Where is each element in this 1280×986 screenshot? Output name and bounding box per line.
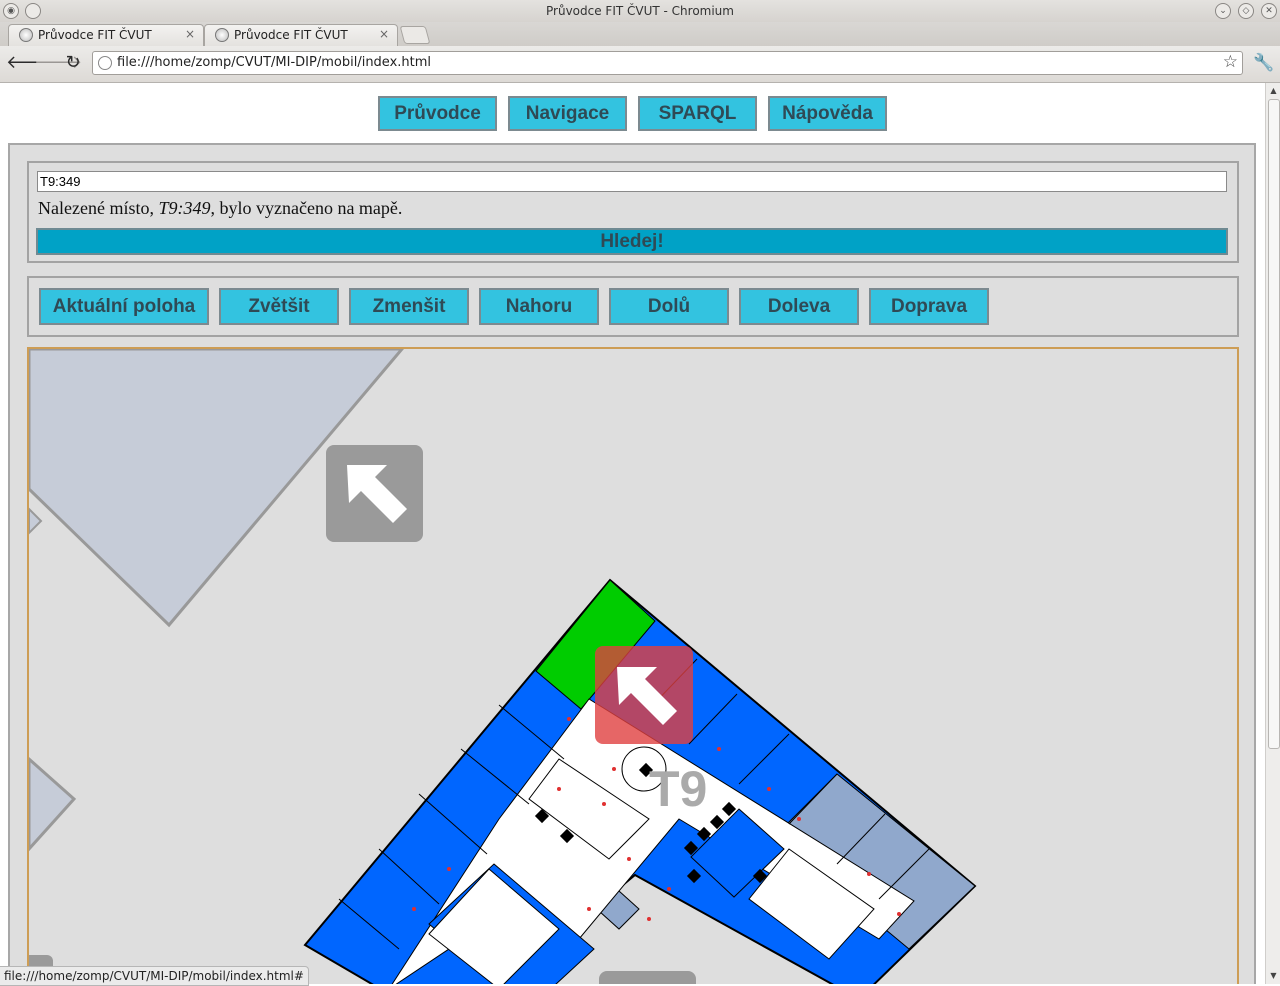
window-title: Průvodce FIT ČVUT - Chromium — [546, 4, 734, 18]
tab-label: Průvodce FIT ČVUT — [38, 28, 152, 42]
search-result: Nalezené místo, T9:349, bylo vyznačeno n… — [38, 198, 402, 219]
tab-close-icon[interactable]: × — [379, 27, 389, 41]
map-view[interactable]: T9 — [27, 347, 1239, 984]
tab-2[interactable]: Průvodce FIT ČVUT × — [204, 24, 398, 46]
pan-right-button[interactable]: Doprava — [869, 288, 989, 325]
zoom-in-button[interactable]: Zvětšit — [219, 288, 339, 325]
search-panel: Nalezené místo, T9:349, bylo vyznačeno n… — [27, 161, 1239, 263]
help-button[interactable]: Nápověda — [768, 96, 887, 131]
page-content: Průvodce Navigace SPARQL Nápověda Naleze… — [0, 83, 1265, 984]
main-panel: Nalezené místo, T9:349, bylo vyznačeno n… — [8, 143, 1256, 984]
pan-up-button[interactable]: Nahoru — [479, 288, 599, 325]
globe-icon — [215, 28, 229, 42]
neighbor-building — [29, 756, 77, 852]
wrench-menu-icon[interactable]: 🔧 — [1253, 53, 1274, 73]
tab-close-icon[interactable]: × — [185, 27, 195, 41]
pan-left-button[interactable]: Doleva — [739, 288, 859, 325]
sparql-button[interactable]: SPARQL — [638, 96, 757, 131]
neighbor-building — [29, 507, 43, 535]
pan-down-button[interactable]: Dolů — [609, 288, 729, 325]
tab-strip: Průvodce FIT ČVUT × Průvodce FIT ČVUT × — [0, 22, 1280, 46]
globe-icon — [19, 28, 33, 42]
back-arrow-icon[interactable]: 🡐 — [6, 52, 54, 74]
direction-arrow-icon[interactable] — [599, 971, 696, 984]
direction-arrow-icon[interactable] — [326, 445, 423, 542]
location-marker-icon[interactable] — [595, 646, 693, 744]
map-controls: Aktuální poloha Zvětšit Zmenšit Nahoru D… — [27, 276, 1239, 337]
new-tab-button[interactable] — [399, 26, 431, 44]
floor-plan-map[interactable]: T9 — [29, 349, 1237, 984]
tab-1[interactable]: Průvodce FIT ČVUT × — [8, 24, 204, 46]
result-suffix: , bylo vyznačeno na mapě. — [210, 198, 403, 218]
browser-toolbar: 🡐 🡒 ↻ file:///home/zomp/CVUT/MI-DIP/mobi… — [0, 46, 1280, 83]
reload-icon[interactable]: ↻ — [62, 52, 84, 74]
scroll-down-icon[interactable]: ▼ — [1266, 968, 1280, 983]
building-t9[interactable] — [303, 578, 977, 984]
forward-arrow-icon[interactable]: 🡒 — [34, 52, 82, 74]
guide-button[interactable]: Průvodce — [378, 96, 497, 131]
bookmark-star-icon[interactable]: ☆ — [1223, 52, 1238, 72]
close-window-icon[interactable]: ✕ — [1261, 3, 1277, 19]
search-button[interactable]: Hledej! — [36, 228, 1228, 255]
building-label: T9 — [649, 761, 707, 817]
result-place: T9:349 — [158, 198, 211, 218]
scroll-thumb[interactable] — [1268, 99, 1280, 749]
current-location-button[interactable]: Aktuální poloha — [39, 288, 209, 325]
maximize-icon[interactable]: ◇ — [1238, 3, 1254, 19]
result-prefix: Nalezené místo, — [38, 198, 159, 218]
page-icon — [98, 56, 112, 70]
tab-label: Průvodce FIT ČVUT — [234, 28, 348, 42]
scroll-up-icon[interactable]: ▲ — [1266, 83, 1280, 98]
search-input[interactable] — [37, 171, 1227, 192]
status-bar: file:///home/zomp/CVUT/MI-DIP/mobil/inde… — [0, 966, 309, 986]
zoom-out-button[interactable]: Zmenšit — [349, 288, 469, 325]
address-url[interactable]: file:///home/zomp/CVUT/MI-DIP/mobil/inde… — [117, 55, 431, 70]
window-titlebar: ◉ Průvodce FIT ČVUT - Chromium ⌄ ◇ ✕ — [0, 0, 1280, 23]
minimize-icon[interactable]: ⌄ — [1215, 3, 1231, 19]
address-bar[interactable]: file:///home/zomp/CVUT/MI-DIP/mobil/inde… — [92, 51, 1243, 75]
navigation-button[interactable]: Navigace — [508, 96, 627, 131]
vertical-scrollbar[interactable]: ▲ ▼ — [1265, 83, 1280, 984]
